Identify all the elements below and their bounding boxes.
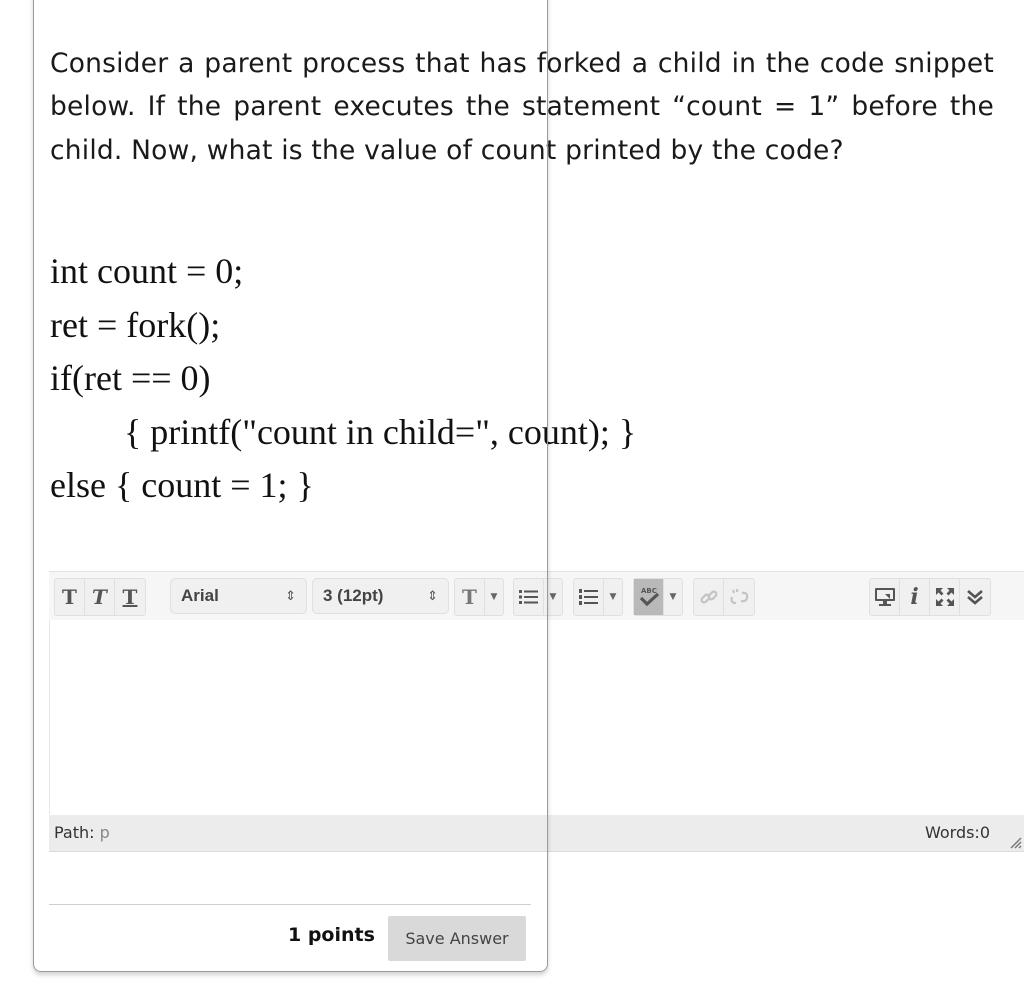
bullet-list-icon [518,590,538,604]
font-family-value: Arial [181,586,219,605]
link-button[interactable] [694,579,724,615]
footer-divider [49,904,531,905]
view-group: i [869,578,991,616]
code-line: int count = 0; [50,251,244,291]
code-line: { printf("count in child=", count); } [124,411,637,452]
caret-down-icon: ▼ [609,592,617,602]
word-count: Words:0 [924,823,990,842]
text-style-group: T T T [54,578,146,616]
points-label: 1 points [288,924,375,946]
bold-icon: T [62,585,77,609]
spellcheck-dropdown[interactable]: ▼ [664,579,682,615]
spellcheck-icon: ABC [639,587,659,607]
underline-button[interactable]: T [115,579,145,615]
numbered-list-dropdown[interactable]: ▼ [604,579,622,615]
text-color-group: T ▼ [454,578,504,616]
text-color-dropdown[interactable]: ▼ [485,579,503,615]
expand-toolbar-icon [967,590,983,605]
code-line: else { count = 1; } [50,465,314,505]
bullet-list-dropdown[interactable]: ▼ [544,579,562,615]
font-size-select[interactable]: 3 (12pt) ⇕ [312,578,449,614]
path-value[interactable]: p [100,823,110,842]
numbered-list-icon [578,589,598,605]
path-label: Path: [54,823,95,842]
preview-icon [874,588,895,606]
spellcheck-group: ABC ▼ [633,578,683,616]
select-updown-icon: ⇕ [285,588,296,603]
fullscreen-button[interactable] [930,579,960,615]
bullet-list-button[interactable] [514,579,544,615]
info-button[interactable]: i [900,579,930,615]
link-icon [699,590,718,604]
unlink-button[interactable] [724,579,754,615]
select-updown-icon: ⇕ [427,588,438,603]
editor-content-area[interactable] [49,620,1024,814]
caret-down-icon: ▼ [549,592,557,602]
rich-text-editor: T T T Arial ⇕ 3 (12pt) ⇕ T ▼ ▼ ▼ ABC ▼ i… [49,571,1024,852]
editor-toolbar: T T T Arial ⇕ 3 (12pt) ⇕ T ▼ ▼ ▼ ABC ▼ i [49,571,1024,621]
bold-button[interactable]: T [55,579,85,615]
svg-text:ABC: ABC [641,587,657,595]
italic-button[interactable]: T [85,579,115,615]
italic-icon: T [92,585,107,609]
numbered-list-group: ▼ [573,578,623,616]
caret-down-icon: ▼ [490,592,498,602]
question-text: Consider a parent process that has forke… [50,42,994,172]
spellcheck-button[interactable]: ABC [634,579,664,615]
code-line: if(ret == 0) [50,358,211,398]
question-prompt: Consider a parent process that has forke… [50,48,994,166]
link-group [693,578,755,616]
unlink-icon [730,589,749,605]
font-size-value: 3 (12pt) [323,586,384,605]
text-color-icon: T [462,585,477,609]
preview-button[interactable] [870,579,900,615]
text-color-button[interactable]: T [455,579,485,615]
numbered-list-button[interactable] [574,579,604,615]
element-path: Path: p [54,823,110,842]
editor-statusbar: Path: p Words:0 [49,815,1024,852]
expand-toolbar-button[interactable] [960,579,990,615]
code-snippet: int count = 0; ret = fork(); if(ret == 0… [50,245,636,513]
underline-icon: T [122,585,138,609]
info-icon: i [910,584,919,610]
save-answer-button[interactable]: Save Answer [388,916,526,961]
code-line: ret = fork(); [50,304,221,345]
resize-handle-icon[interactable] [1008,835,1022,849]
font-family-select[interactable]: Arial ⇕ [170,578,307,614]
fullscreen-icon [935,588,954,606]
bullet-list-group: ▼ [513,578,563,616]
caret-down-icon: ▼ [669,592,677,602]
